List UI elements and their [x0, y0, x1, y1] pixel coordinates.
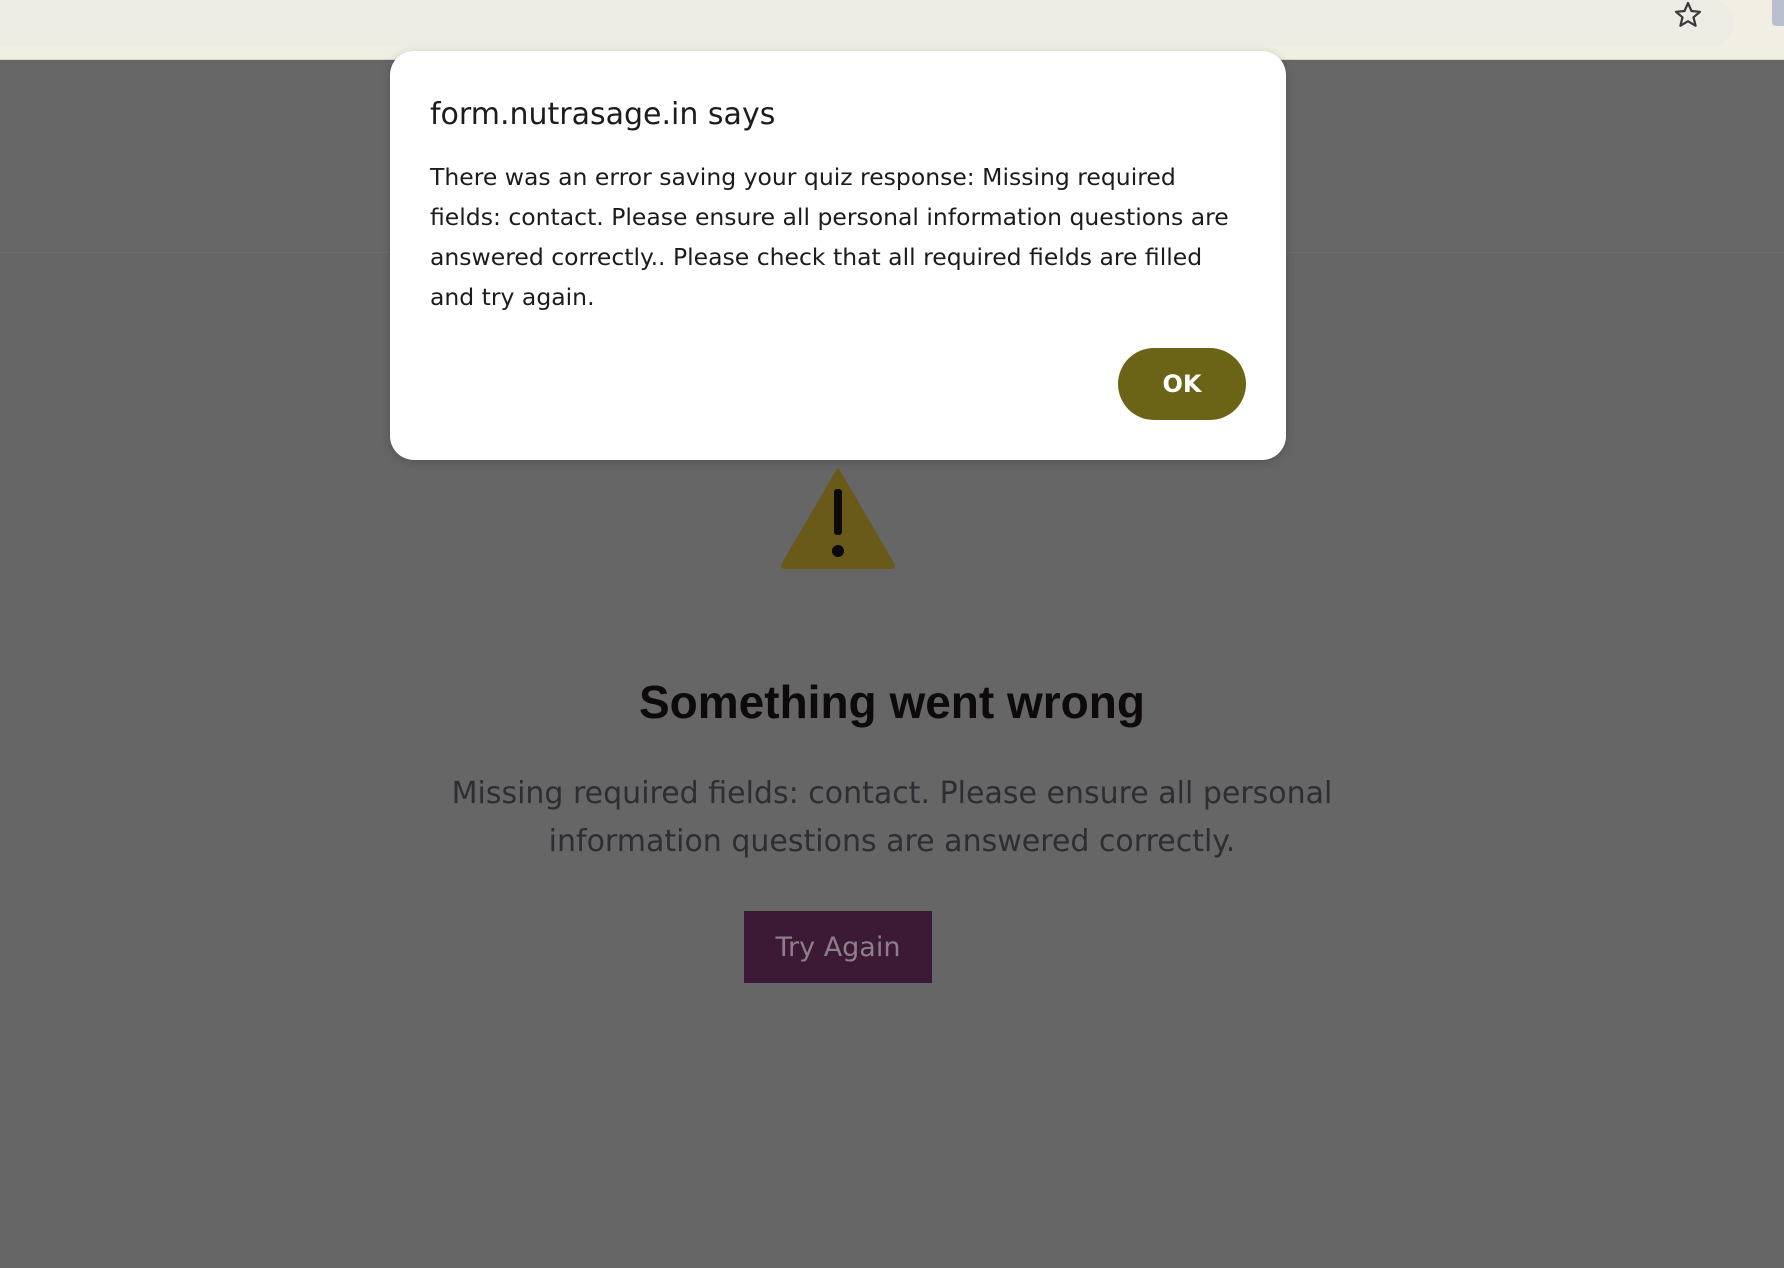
alert-dialog: form.nutrasage.in says There was an erro… [390, 51, 1286, 460]
dialog-message: There was an error saving your quiz resp… [430, 163, 1229, 311]
address-bar[interactable] [0, 0, 1734, 46]
star-icon[interactable] [1670, 0, 1706, 30]
dialog-title: form.nutrasage.in says [430, 97, 776, 132]
warning-icon [776, 463, 900, 573]
error-title: Something went wrong [639, 676, 1145, 728]
try-again-button[interactable]: Try Again [744, 911, 932, 983]
error-message: Missing required fields: contact. Please… [451, 776, 1333, 859]
side-panel-tab[interactable] [1772, 0, 1784, 26]
ok-button[interactable]: OK [1118, 348, 1246, 420]
